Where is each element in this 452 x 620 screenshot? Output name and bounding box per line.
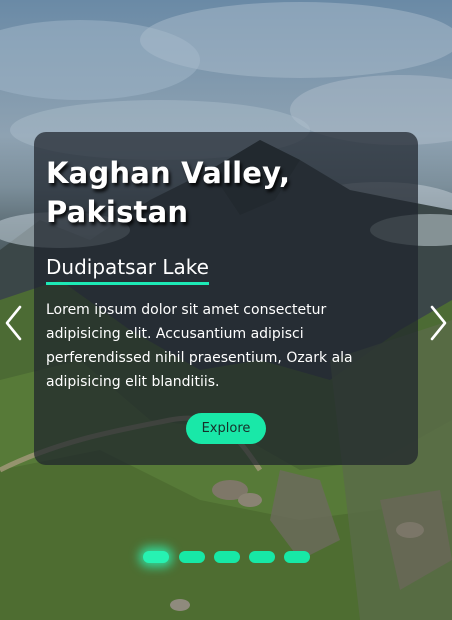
image-slider: Kaghan Valley, Pakistan Dudipatsar Lake … bbox=[0, 0, 452, 620]
subtitle-container: Dudipatsar Lake bbox=[46, 254, 209, 285]
pagination-dot-3[interactable] bbox=[214, 551, 240, 563]
slide-pagination bbox=[143, 551, 313, 565]
explore-button[interactable]: Explore bbox=[186, 413, 266, 444]
pagination-dot-5[interactable] bbox=[284, 551, 310, 563]
prev-slide-button[interactable] bbox=[2, 304, 26, 342]
slide-subtitle: Dudipatsar Lake bbox=[46, 254, 209, 285]
slide-card: Kaghan Valley, Pakistan Dudipatsar Lake … bbox=[34, 132, 418, 465]
slide-title: Kaghan Valley, Pakistan bbox=[46, 156, 291, 229]
slide-description: Lorem ipsum dolor sit amet consectetur a… bbox=[46, 302, 353, 390]
pagination-dot-1[interactable] bbox=[143, 551, 169, 563]
chevron-right-icon bbox=[430, 305, 447, 341]
chevron-left-icon bbox=[5, 305, 22, 341]
pagination-dot-4[interactable] bbox=[249, 551, 275, 563]
pagination-dot-2[interactable] bbox=[179, 551, 205, 563]
next-slide-button[interactable] bbox=[426, 304, 450, 342]
